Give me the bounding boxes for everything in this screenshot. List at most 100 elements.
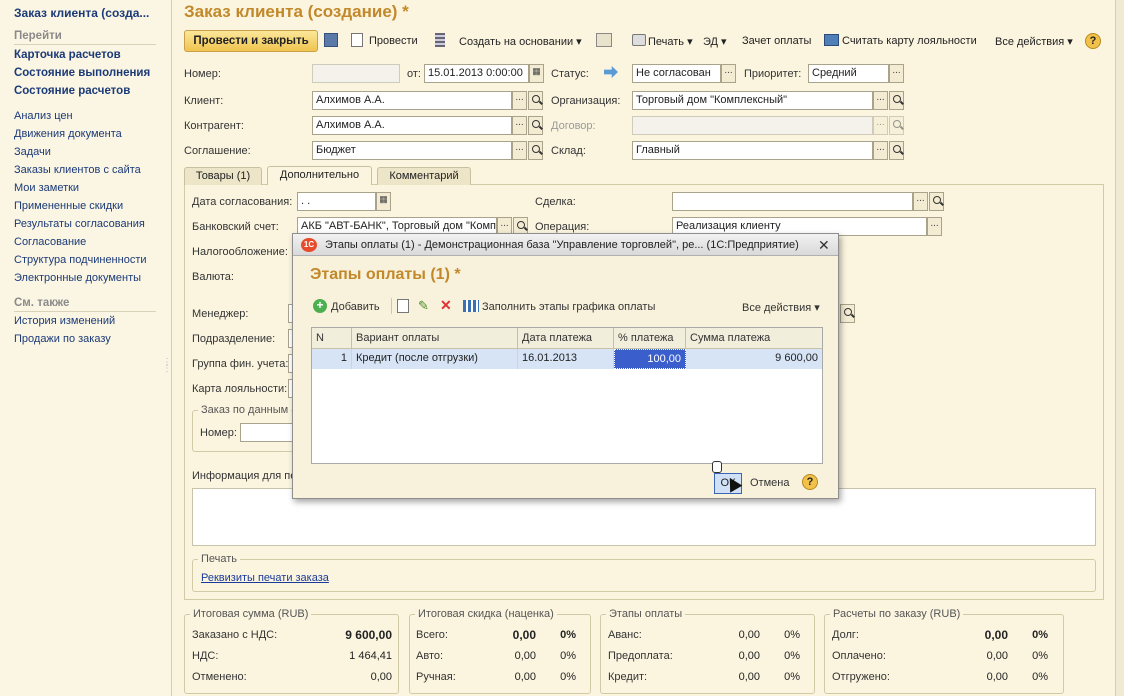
organization-select-button[interactable]: ...	[873, 91, 888, 110]
search-icon[interactable]	[889, 91, 904, 110]
agreement-field[interactable]: Бюджет	[312, 141, 512, 160]
post-and-close-button[interactable]: Провести и закрыть	[184, 30, 318, 52]
fill-stages-button[interactable]: Заполнить этапы графика оплаты	[482, 301, 655, 313]
tab-goods[interactable]: Товары (1)	[184, 167, 262, 185]
dialog-help-button[interactable]: ?	[802, 474, 818, 490]
card-icon	[824, 34, 839, 46]
prepay-label: Предоплата:	[608, 650, 673, 662]
add-button[interactable]: Добавить	[331, 301, 380, 313]
help-button[interactable]: ?	[1085, 33, 1101, 49]
operation-select-button[interactable]: ...	[927, 217, 942, 236]
cancelled-value: 0,00	[370, 671, 392, 683]
sidebar-link-subordination[interactable]: Структура подчиненности	[14, 254, 147, 266]
tab-additional[interactable]: Дополнительно	[267, 166, 372, 185]
stages-table[interactable]: N Вариант оплаты Дата платежа % платежа …	[311, 327, 823, 464]
print-button[interactable]: Печать ▾	[648, 35, 693, 48]
row-pct[interactable]: 100,00	[614, 349, 686, 369]
sidebar-go-header: Перейти	[14, 30, 62, 42]
deal-select-button[interactable]: ...	[913, 192, 928, 211]
splitter-handle[interactable]: ⋮ ⋮	[162, 358, 172, 374]
priority-label: Приоритет:	[744, 68, 802, 80]
sidebar-link-e-docs[interactable]: Электронные документы	[14, 272, 141, 284]
payment-offset-button[interactable]: Зачет оплаты	[742, 35, 811, 47]
agreement-select-button[interactable]: ...	[512, 141, 527, 160]
deal-field[interactable]	[672, 192, 913, 211]
status-field[interactable]: Не согласован	[632, 64, 721, 83]
edit-icon[interactable]: ✎	[418, 298, 429, 314]
sidebar-link-price-analysis[interactable]: Анализ цен	[14, 110, 73, 122]
warehouse-select-button[interactable]: ...	[873, 141, 888, 160]
cancel-button[interactable]: Отмена	[750, 477, 789, 489]
sidebar-link-calc-card[interactable]: Карточка расчетов	[14, 49, 121, 61]
column-header-pct[interactable]: % платежа	[614, 328, 686, 349]
sidebar-link-history[interactable]: История изменений	[14, 315, 115, 327]
search-icon[interactable]	[528, 91, 543, 110]
row-sum[interactable]: 9 600,00	[686, 349, 822, 369]
contract-select-button: ...	[873, 116, 888, 135]
all-actions-button[interactable]: Все действия ▾	[995, 35, 1073, 48]
warehouse-field[interactable]: Главный	[632, 141, 873, 160]
search-icon[interactable]	[889, 141, 904, 160]
delete-icon[interactable]: ✕	[440, 297, 452, 314]
sidebar-link-exec-state[interactable]: Состояние выполнения	[14, 67, 150, 79]
search-icon[interactable]	[528, 141, 543, 160]
column-header-date[interactable]: Дата платежа	[518, 328, 614, 349]
manager-label: Менеджер:	[192, 308, 249, 320]
contractor-select-button[interactable]: ...	[512, 116, 527, 135]
sidebar-link-calc-state[interactable]: Состояние расчетов	[14, 85, 130, 97]
division-label: Подразделение:	[192, 333, 276, 345]
copy-icon[interactable]	[397, 299, 409, 313]
loyalty-card-button[interactable]: Считать карту лояльности	[842, 35, 977, 47]
client-select-button[interactable]: ...	[512, 91, 527, 110]
calendar-icon[interactable]: ▦	[376, 192, 391, 211]
close-icon[interactable]: ✕	[818, 237, 830, 254]
vat-value: 1 464,41	[349, 650, 392, 662]
divider	[14, 311, 156, 312]
contractor-field[interactable]: Алхимов А.А.	[312, 116, 512, 135]
sidebar-link-discounts[interactable]: Примененные скидки	[14, 200, 123, 212]
search-icon[interactable]	[528, 116, 543, 135]
calendar-icon[interactable]: ▦	[529, 64, 544, 83]
sidebar-link-tasks[interactable]: Задачи	[14, 146, 51, 158]
dialog-titlebar[interactable]: 1С Этапы оплаты (1) - Демонстрационная б…	[293, 234, 838, 256]
search-icon[interactable]	[840, 304, 855, 323]
row-variant[interactable]: Кредит (после отгрузки)	[352, 349, 518, 369]
scrollbar[interactable]	[1115, 0, 1124, 696]
loyalty-card-label: Карта лояльности:	[192, 383, 288, 395]
documents-icon[interactable]	[596, 33, 612, 47]
sidebar-link-approval[interactable]: Согласование	[14, 236, 86, 248]
priority-field[interactable]: Средний	[808, 64, 889, 83]
number2-field[interactable]	[240, 423, 294, 442]
column-header-sum[interactable]: Сумма платежа	[686, 328, 822, 349]
tab-comment[interactable]: Комментарий	[377, 167, 471, 185]
sidebar-link-site-orders[interactable]: Заказы клиентов с сайта	[14, 164, 141, 176]
date-field[interactable]: 15.01.2013 0:00:00	[424, 64, 529, 83]
search-icon[interactable]	[929, 192, 944, 211]
approval-date-field[interactable]: . .	[297, 192, 376, 211]
sidebar-link-doc-movements[interactable]: Движения документа	[14, 128, 122, 140]
sidebar-link-my-notes[interactable]: Мои заметки	[14, 182, 79, 194]
agreement-label: Соглашение:	[184, 145, 251, 157]
total-discount-label: Всего:	[416, 629, 448, 641]
ed-button[interactable]: ЭД ▾	[703, 35, 727, 48]
row-date[interactable]: 16.01.2013	[518, 349, 614, 369]
journal-icon[interactable]	[435, 33, 445, 47]
post-button[interactable]: Провести	[369, 35, 418, 47]
totals-stages-title: Этапы оплаты	[606, 608, 686, 620]
client-field[interactable]: Алхимов А.А.	[312, 91, 512, 110]
save-icon[interactable]	[324, 33, 338, 47]
sidebar-link-sales[interactable]: Продажи по заказу	[14, 333, 111, 345]
paid-label: Оплачено:	[832, 650, 886, 662]
column-header-variant[interactable]: Вариант оплаты	[352, 328, 518, 349]
create-based-button[interactable]: Создать на основании ▾	[459, 35, 582, 48]
column-header-n[interactable]: N	[312, 328, 352, 349]
advance-label: Аванс:	[608, 629, 642, 641]
number-field[interactable]	[312, 64, 400, 83]
sidebar-link-approval-results[interactable]: Результаты согласования	[14, 218, 145, 230]
priority-select-button[interactable]: ...	[889, 64, 904, 83]
deal-label: Сделка:	[535, 196, 576, 208]
print-requisites-link[interactable]: Реквизиты печати заказа	[201, 572, 329, 584]
organization-field[interactable]: Торговый дом "Комплексный"	[632, 91, 873, 110]
status-select-button[interactable]: ...	[721, 64, 736, 83]
dialog-all-actions-button[interactable]: Все действия ▾	[742, 301, 820, 314]
